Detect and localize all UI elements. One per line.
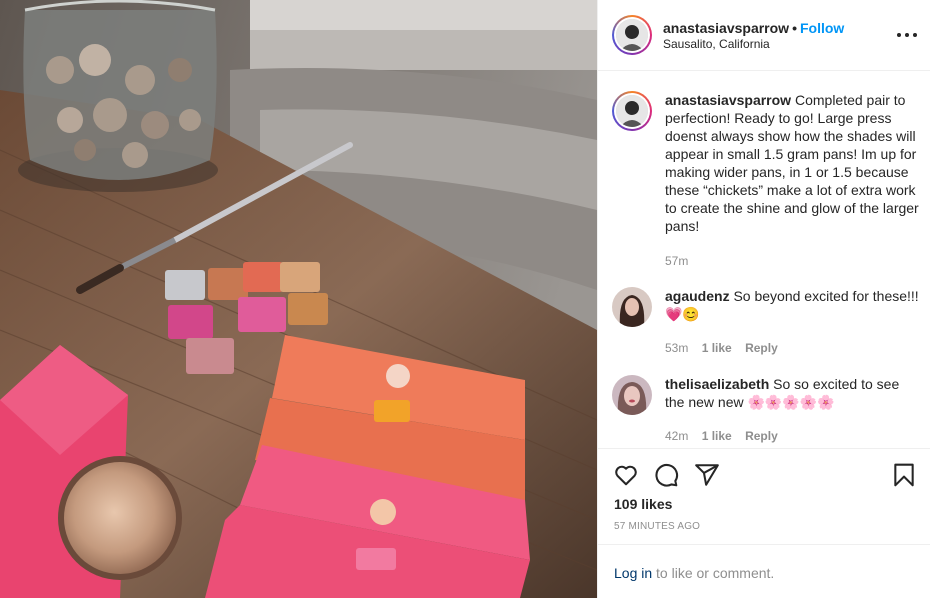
caption-text: Completed pair to perfection! Ready to g…	[665, 92, 919, 234]
comment-username[interactable]: agaudenz	[665, 288, 730, 304]
comment-likes[interactable]: 1 like	[702, 341, 732, 355]
header-separator: •	[792, 20, 797, 36]
login-prompt: Log in to like or comment.	[598, 544, 930, 598]
caption-time[interactable]: 57m	[665, 254, 688, 268]
caption-meta: 57m	[665, 254, 698, 268]
follow-button[interactable]: Follow	[800, 20, 844, 36]
comment-time[interactable]: 53m	[665, 341, 688, 355]
comment-username[interactable]: thelisaelizabeth	[665, 376, 769, 392]
post-timestamp[interactable]: 57 MINUTES AGO	[614, 521, 700, 532]
heart-icon[interactable]	[613, 462, 639, 488]
comment-likes[interactable]: 1 like	[702, 429, 732, 443]
post-side-panel: anastasiavsparrow • Follow Sausalito, Cali…	[597, 0, 930, 598]
post-photo[interactable]	[0, 0, 597, 598]
reply-button[interactable]: Reply	[745, 341, 778, 355]
caption-avatar[interactable]	[612, 91, 652, 131]
comment-meta: 53m 1 like Reply	[665, 341, 788, 355]
comment-text-block: agaudenz So beyond excited for these!!! …	[665, 287, 921, 323]
likes-count[interactable]: 109 likes	[614, 496, 672, 512]
caption-text-block: anastasiavsparrow Completed pair to perf…	[665, 91, 921, 235]
more-options-icon[interactable]	[897, 25, 917, 45]
login-prompt-text: Log in to like or comment.	[614, 565, 774, 581]
comment-avatar[interactable]	[612, 287, 652, 327]
bookmark-icon[interactable]	[891, 462, 917, 488]
post-header: anastasiavsparrow • Follow Sausalito, Cali…	[598, 0, 930, 71]
location-link[interactable]: Sausalito, California	[663, 37, 770, 51]
post-actions: 109 likes 57 MINUTES AGO	[598, 448, 930, 544]
comment-meta: 42m 1 like Reply	[665, 429, 788, 443]
login-link[interactable]: Log in	[614, 565, 652, 581]
comments-list[interactable]: anastasiavsparrow Completed pair to perf…	[598, 72, 930, 448]
login-prompt-rest: to like or comment.	[652, 565, 775, 581]
comment-avatar[interactable]	[612, 375, 652, 415]
reply-button[interactable]: Reply	[745, 429, 778, 443]
caption-username[interactable]: anastasiavsparrow	[665, 92, 791, 108]
share-icon[interactable]	[694, 462, 720, 488]
comment-text-block: thelisaelizabeth So so excited to see th…	[665, 375, 921, 411]
comment-icon[interactable]	[653, 462, 679, 488]
author-avatar[interactable]	[612, 15, 652, 55]
comment-time[interactable]: 42m	[665, 429, 688, 443]
header-username[interactable]: anastasiavsparrow	[663, 20, 789, 36]
header-user-line: anastasiavsparrow • Follow	[663, 20, 844, 36]
